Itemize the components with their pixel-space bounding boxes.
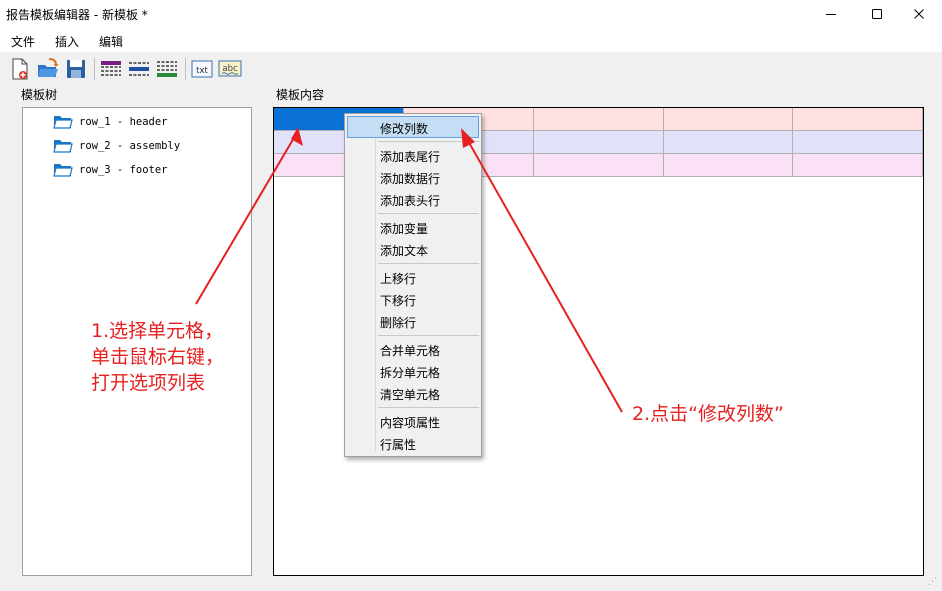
insert-data-row-icon [129, 62, 149, 76]
insert-variable-icon: txt [191, 60, 213, 78]
menu-item-add-header-row[interactable]: 添加表头行 [347, 188, 479, 210]
menu-item-modify-columns[interactable]: 修改列数 [347, 116, 479, 138]
grid-cell[interactable] [663, 153, 794, 177]
toolbar-separator [94, 58, 95, 80]
menu-item-clear-cell[interactable]: 清空单元格 [347, 382, 479, 404]
menu-item-add-data-row[interactable]: 添加数据行 [347, 166, 479, 188]
menu-file[interactable]: 文件 [11, 33, 35, 50]
close-icon [914, 9, 924, 19]
folder-icon [53, 164, 73, 177]
menu-item-add-footer-row[interactable]: 添加表尾行 [347, 144, 479, 166]
minimize-icon [826, 14, 836, 15]
resize-grip[interactable]: ⋰ [928, 577, 937, 587]
template-content-label: 模板内容 [275, 86, 326, 103]
menu-separator [378, 335, 479, 336]
open-file-button[interactable] [36, 57, 60, 81]
tree-item-label: row_2 - assembly [79, 140, 181, 152]
minimize-button[interactable] [808, 0, 854, 28]
insert-variable-button[interactable]: txt [190, 57, 214, 81]
tree-item-header[interactable]: row_1 - header [53, 112, 168, 132]
svg-text:txt: txt [196, 66, 208, 76]
insert-footer-row-button[interactable] [155, 57, 179, 81]
tree-item-footer[interactable]: row_3 - footer [53, 160, 168, 180]
window-title: 报告模板编辑器 - 新模板 * [6, 8, 148, 22]
insert-text-icon: abc [218, 60, 242, 77]
tree-item-label: row_1 - header [79, 116, 168, 128]
tree-item-label: row_3 - footer [79, 164, 168, 176]
menu-bar: 文件 插入 编辑 [0, 28, 942, 52]
close-button[interactable] [896, 0, 942, 28]
context-menu: 修改列数 添加表尾行 添加数据行 添加表头行 添加变量 添加文本 上移行 下移行… [344, 113, 482, 457]
insert-text-button[interactable]: abc [218, 57, 242, 81]
annotation-line: 打开选项列表 [91, 372, 206, 394]
grid-cell[interactable] [663, 130, 794, 154]
grid-cell[interactable] [533, 130, 664, 154]
menu-item-move-down[interactable]: 下移行 [347, 288, 479, 310]
menu-item-delete-row[interactable]: 删除行 [347, 310, 479, 332]
folder-icon [53, 140, 73, 153]
new-file-button[interactable] [8, 57, 32, 81]
insert-data-row-button[interactable] [127, 57, 151, 81]
menu-item-merge-cells[interactable]: 合并单元格 [347, 338, 479, 360]
menu-item-row-properties[interactable]: 行属性 [347, 432, 479, 454]
toolbar: txt abc [0, 52, 942, 84]
menu-item-split-cell[interactable]: 拆分单元格 [347, 360, 479, 382]
insert-header-row-icon [101, 61, 121, 76]
menu-edit[interactable]: 编辑 [99, 33, 123, 50]
title-bar: 报告模板编辑器 - 新模板 * [0, 0, 942, 28]
menu-item-move-up[interactable]: 上移行 [347, 266, 479, 288]
menu-item-add-variable[interactable]: 添加变量 [347, 216, 479, 238]
save-icon [67, 60, 85, 78]
grid-cell[interactable] [792, 130, 923, 154]
menu-item-item-properties[interactable]: 内容项属性 [347, 410, 479, 432]
grid-cell[interactable] [533, 153, 664, 177]
menu-insert[interactable]: 插入 [55, 33, 79, 50]
grid-cell[interactable] [792, 153, 923, 177]
insert-footer-row-icon [157, 61, 177, 77]
insert-header-row-button[interactable] [99, 57, 123, 81]
menu-separator [378, 263, 479, 264]
maximize-icon [872, 9, 882, 19]
tree-item-assembly[interactable]: row_2 - assembly [53, 136, 180, 156]
annotation-note-2: 2.点击“修改列数” [632, 403, 784, 425]
menu-separator [378, 407, 479, 408]
grid-cell[interactable] [663, 108, 794, 131]
folder-icon [53, 116, 73, 129]
template-tree-label: 模板树 [20, 86, 59, 103]
menu-separator [378, 213, 479, 214]
toolbar-separator [185, 58, 186, 80]
annotation-line: 单击鼠标右键， [91, 346, 225, 368]
grid-cell[interactable] [792, 108, 923, 131]
menu-item-add-text[interactable]: 添加文本 [347, 238, 479, 260]
new-file-icon [12, 58, 28, 80]
annotation-line: 1.选择单元格， [91, 320, 224, 342]
menu-separator [378, 141, 479, 142]
save-button[interactable] [64, 57, 88, 81]
grid-cell[interactable] [533, 108, 664, 131]
open-file-icon [38, 58, 59, 77]
maximize-button[interactable] [854, 0, 900, 28]
annotation-note-1: 1.选择单元格， 单击鼠标右键， 打开选项列表 [91, 318, 224, 396]
